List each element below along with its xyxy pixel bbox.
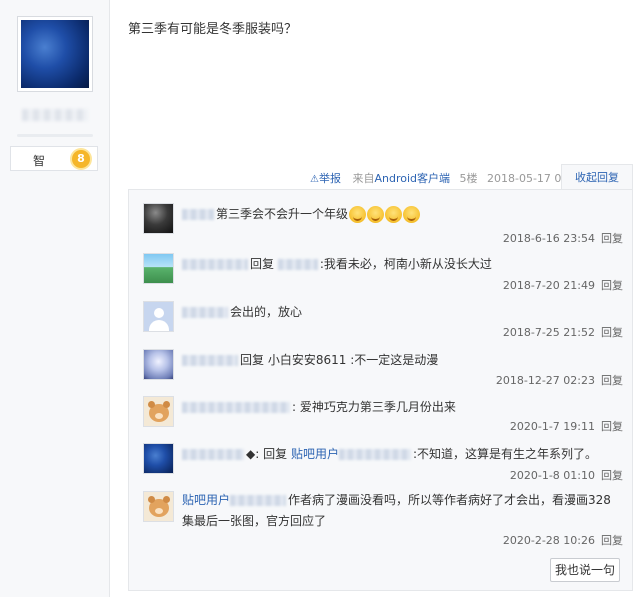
- username-blurred[interactable]: [182, 355, 238, 366]
- reply-text: 回复 :我看未必，柯南小新从没长大过: [182, 255, 492, 272]
- username-blurred[interactable]: [182, 259, 248, 270]
- smile-emoticon-icon: [349, 206, 367, 223]
- reply-text: : 爱神巧克力第三季几月份出来: [182, 398, 456, 415]
- reply-time: 2018-6-16 23:54: [502, 232, 595, 245]
- reply-text: 第三季会不会升一个年级: [182, 205, 421, 223]
- user-avatar[interactable]: [143, 443, 174, 474]
- reply-button[interactable]: 回复: [601, 420, 623, 433]
- collapse-replies-button[interactable]: 收起回复: [561, 164, 633, 190]
- reply-text: 会出的，放心: [182, 303, 302, 320]
- reply-time: 2020-2-28 10:26: [502, 534, 595, 547]
- reply-time: 2018-7-20 21:49: [502, 279, 595, 292]
- reply-button[interactable]: 回复: [601, 469, 623, 482]
- list-item: 回复 小白安安8611 :不一定这是动漫 2018-12-27 02:23 回复: [143, 349, 623, 395]
- username-blurred[interactable]: [182, 449, 244, 460]
- list-item: 回复 :我看未必，柯南小新从没长大过 2018-7-20 21:49 回复: [143, 253, 623, 299]
- user-avatar[interactable]: [143, 253, 174, 284]
- list-item: 贴吧用户 作者病了漫画没看吗，所以等作者病好了才会出，看漫画328集最后一张图，官…: [143, 491, 623, 555]
- reply-text: 回复 小白安安8611 :不一定这是动漫: [182, 351, 438, 368]
- post-floor: 智 8 第三季有可能是冬季服装吗？ ⚠举报 来自Android客户端 5楼 20…: [0, 0, 640, 597]
- reply-text: 贴吧用户 作者病了漫画没看吗，所以等作者病好了才会出，看漫画328集最后一张图，官…: [182, 493, 611, 528]
- warning-triangle-icon: ⚠: [310, 174, 319, 185]
- username-blurred[interactable]: [182, 402, 290, 413]
- client-link[interactable]: Android客户端: [374, 172, 450, 185]
- smile-emoticon-icon: [385, 206, 403, 223]
- smile-emoticon-icon: [367, 206, 385, 223]
- reply-meta: 2018-6-16 23:54 回复: [503, 230, 623, 246]
- reply-time: 2020-1-8 01:10: [509, 469, 595, 482]
- reply-target[interactable]: 小白安安8611: [268, 353, 347, 367]
- reply-button[interactable]: 回复: [601, 326, 623, 339]
- list-item: 会出的，放心 2018-7-25 21:52 回复: [143, 301, 623, 347]
- reply-button[interactable]: 回复: [601, 374, 623, 387]
- say-something-button[interactable]: 我也说一句: [550, 558, 620, 582]
- post-content: 第三季有可能是冬季服装吗？: [128, 22, 298, 37]
- username-blurred[interactable]: [230, 495, 287, 506]
- reply-time: 2018-7-25 21:52: [502, 326, 595, 339]
- username-blurred[interactable]: [182, 307, 228, 318]
- reply-meta: 2018-12-27 02:23 回复: [496, 372, 623, 388]
- reply-meta: 2018-7-20 21:49 回复: [503, 277, 623, 293]
- reply-target-blurred[interactable]: [277, 259, 318, 270]
- author-sidebar: 智 8: [0, 0, 110, 597]
- reply-button[interactable]: 回复: [601, 232, 623, 245]
- client-source: 来自Android客户端: [352, 172, 450, 185]
- author-avatar[interactable]: [17, 16, 93, 92]
- author-name-blurred[interactable]: [22, 109, 88, 121]
- reply-time: 2018-12-27 02:23: [495, 374, 595, 387]
- reply-meta: 2020-1-8 01:10 回复: [510, 467, 623, 483]
- author-divider: [17, 134, 93, 137]
- reply-target-blurred[interactable]: [338, 449, 411, 460]
- reply-list: 第三季会不会升一个年级 2018-6-16 23:54 回复 回复 :我看未必，柯…: [128, 189, 633, 591]
- user-avatar[interactable]: [143, 203, 174, 234]
- floor-number: 5楼: [459, 172, 478, 185]
- reply-button[interactable]: 回复: [601, 279, 623, 292]
- bear-user-avatar[interactable]: [143, 491, 174, 522]
- list-item: 第三季会不会升一个年级 2018-6-16 23:54 回复: [143, 203, 623, 249]
- default-user-avatar[interactable]: [143, 301, 174, 332]
- post-meta: ⚠举报 来自Android客户端 5楼 2018-05-17 00:08: [310, 170, 586, 186]
- reply-target[interactable]: 贴吧用户: [291, 447, 339, 461]
- username[interactable]: 贴吧用户: [182, 493, 230, 507]
- reply-meta: 2020-1-7 19:11 回复: [510, 418, 623, 434]
- reply-time: 2020-1-7 19:11: [509, 420, 595, 433]
- user-avatar[interactable]: [143, 349, 174, 380]
- level-name: 智: [33, 154, 46, 168]
- list-item: ◆: 回复 贴吧用户:不知道，这算是有生之年系列了。 2020-1-8 01:1…: [143, 443, 623, 489]
- list-item: : 爱神巧克力第三季几月份出来 2020-1-7 19:11 回复: [143, 396, 623, 442]
- reply-meta: 2018-7-25 21:52 回复: [503, 324, 623, 340]
- bear-user-avatar[interactable]: [143, 396, 174, 427]
- level-badge[interactable]: 智 8: [10, 146, 98, 171]
- username-blurred[interactable]: [182, 209, 214, 220]
- reply-text: ◆: 回复 贴吧用户:不知道，这算是有生之年系列了。: [182, 445, 597, 462]
- reply-meta: 2020-2-28 10:26 回复: [503, 532, 623, 548]
- report-link[interactable]: ⚠举报: [310, 172, 341, 185]
- reply-button[interactable]: 回复: [601, 534, 623, 547]
- smile-emoticon-icon: [403, 206, 421, 223]
- level-number-icon: 8: [72, 150, 90, 168]
